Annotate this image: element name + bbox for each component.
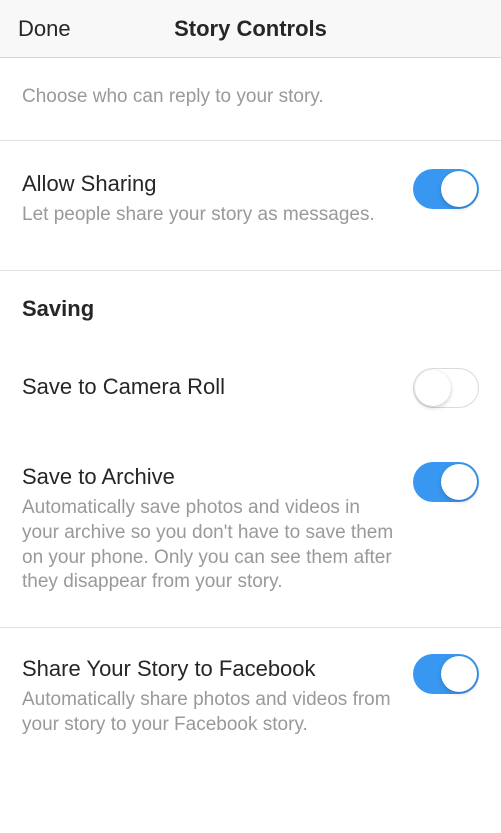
save-archive-title: Save to Archive [22, 464, 395, 490]
save-camera-roll-title: Save to Camera Roll [22, 374, 395, 400]
toggle-knob [441, 464, 477, 500]
reply-hint-text: Choose who can reply to your story. [22, 85, 479, 110]
toggle-knob [441, 656, 477, 692]
done-button[interactable]: Done [18, 16, 71, 42]
header: Done Story Controls [0, 0, 501, 58]
share-facebook-title: Share Your Story to Facebook [22, 656, 395, 682]
allow-sharing-title: Allow Sharing [22, 171, 395, 197]
allow-sharing-toggle[interactable] [413, 169, 479, 209]
allow-sharing-text: Allow Sharing Let people share your stor… [22, 171, 395, 228]
save-camera-roll-row: Save to Camera Roll [0, 334, 501, 448]
allow-sharing-desc: Let people share your story as messages. [22, 203, 395, 228]
save-archive-row: Save to Archive Automatically save photo… [0, 448, 501, 628]
reply-hint-block: Choose who can reply to your story. [0, 58, 501, 141]
toggle-knob [415, 370, 451, 406]
save-archive-text: Save to Archive Automatically save photo… [22, 464, 395, 595]
save-archive-desc: Automatically save photos and videos in … [22, 496, 395, 595]
page-title: Story Controls [174, 16, 327, 42]
share-facebook-row: Share Your Story to Facebook Automatical… [0, 628, 501, 758]
save-camera-roll-toggle[interactable] [413, 368, 479, 408]
share-facebook-desc: Automatically share photos and videos fr… [22, 688, 395, 737]
save-camera-roll-text: Save to Camera Roll [22, 374, 395, 400]
allow-sharing-row: Allow Sharing Let people share your stor… [0, 141, 501, 271]
share-facebook-text: Share Your Story to Facebook Automatical… [22, 656, 395, 738]
toggle-knob [441, 171, 477, 207]
save-archive-toggle[interactable] [413, 462, 479, 502]
share-facebook-toggle[interactable] [413, 654, 479, 694]
saving-section-header: Saving [0, 271, 501, 334]
